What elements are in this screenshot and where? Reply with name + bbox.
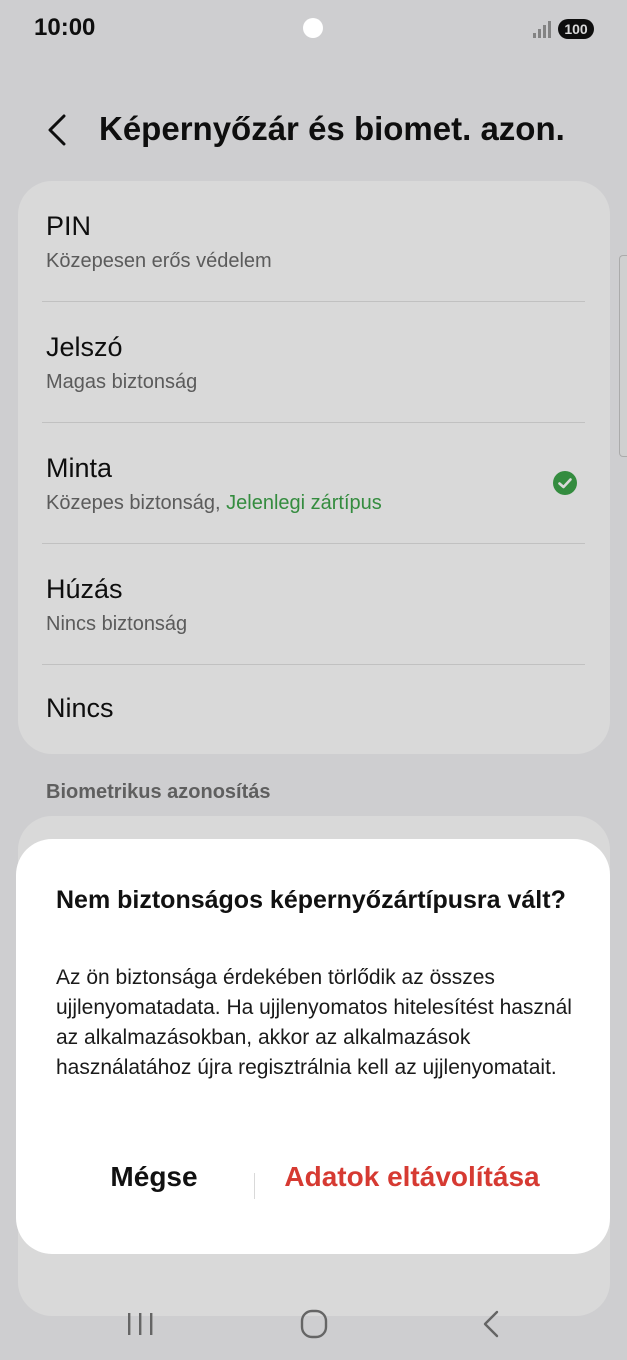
settings-screen: 10:00 100 Képernyőzár és biomet. azon. P… [0,0,627,1360]
cancel-button[interactable]: Mégse [74,1161,234,1193]
dialog-title: Nem biztonságos képernyőzártípusra vált? [56,886,566,914]
insecure-lock-dialog: Nem biztonságos képernyőzártípusra vált?… [16,839,610,1254]
remove-data-button[interactable]: Adatok eltávolítása [274,1161,550,1193]
front-camera [303,18,323,38]
dialog-message: Az ön biztonsága érdekében törlődik az ö… [56,966,572,1079]
button-separator [254,1173,255,1199]
